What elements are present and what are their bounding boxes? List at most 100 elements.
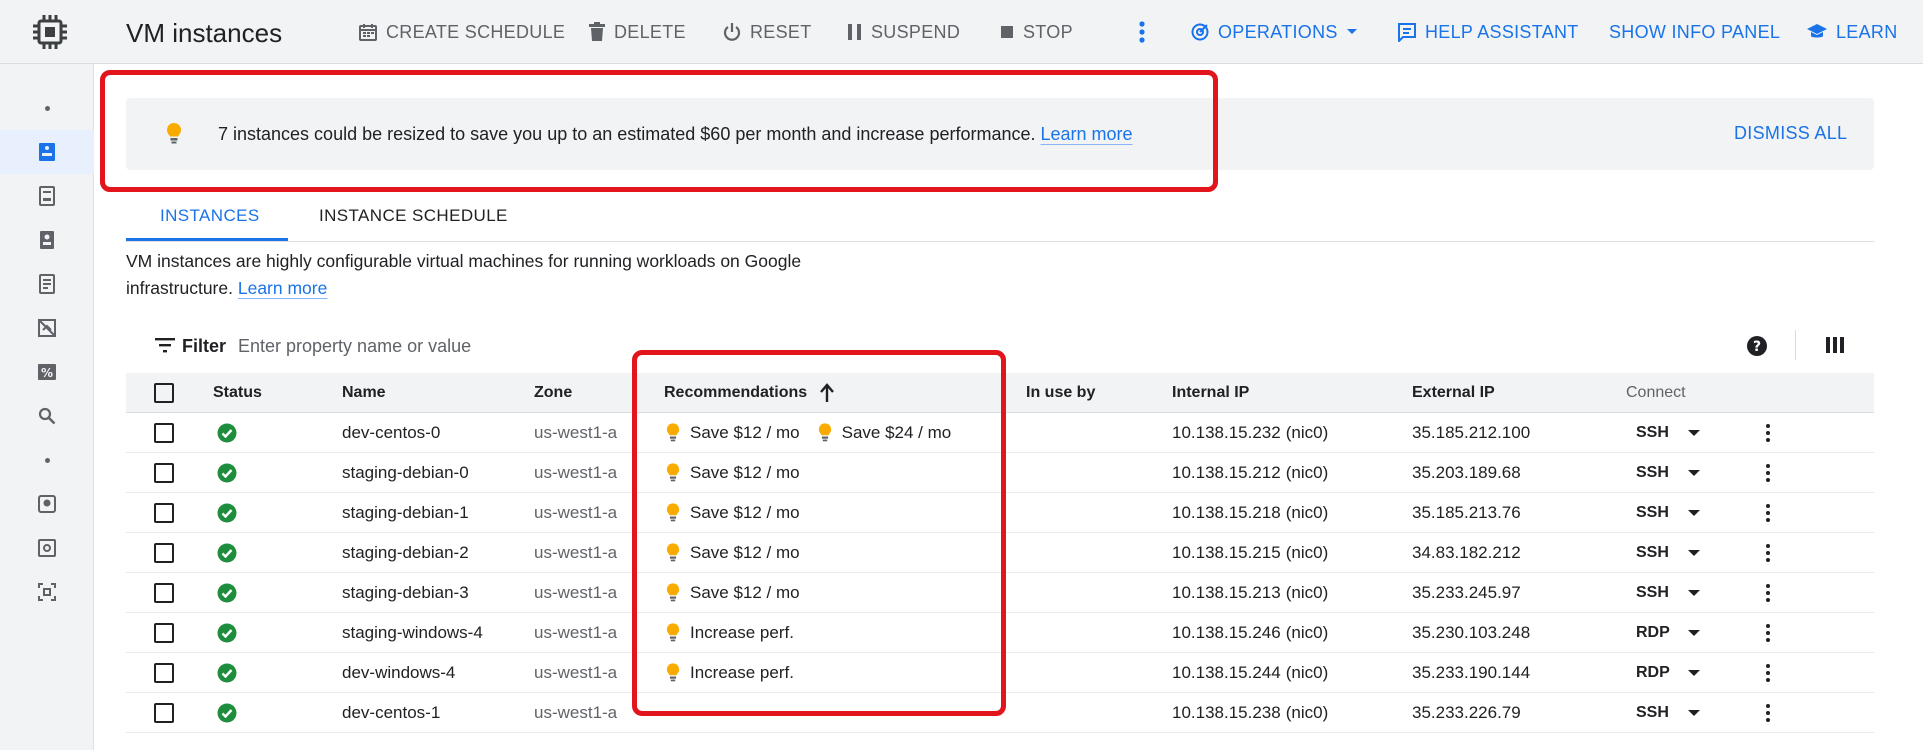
- row-checkbox[interactable]: [154, 573, 174, 613]
- connect-dropdown[interactable]: [1688, 613, 1700, 653]
- connect-dropdown[interactable]: [1688, 493, 1700, 533]
- column-external-ip[interactable]: External IP: [1412, 373, 1495, 413]
- stop-button[interactable]: STOP: [999, 20, 1073, 44]
- more-actions-button[interactable]: [1138, 20, 1146, 44]
- column-status[interactable]: Status: [213, 373, 262, 413]
- row-more-vert-icon[interactable]: [1766, 413, 1770, 453]
- connect-button[interactable]: SSH: [1636, 453, 1669, 493]
- nic-link[interactable]: (nic0): [1286, 583, 1329, 603]
- help-icon[interactable]: ?: [1745, 334, 1769, 363]
- recommendation-chip[interactable]: Save $12 / mo: [666, 462, 800, 484]
- connect-button[interactable]: RDP: [1636, 613, 1670, 653]
- instance-external-ip[interactable]: 35.233.245.97: [1412, 573, 1521, 613]
- connect-button[interactable]: RDP: [1636, 653, 1670, 693]
- connect-dropdown[interactable]: [1688, 533, 1700, 573]
- nic-link[interactable]: (nic0): [1286, 663, 1329, 683]
- reset-button[interactable]: RESET: [722, 20, 812, 44]
- nav-item-search[interactable]: [0, 394, 94, 438]
- filter-input[interactable]: [238, 334, 938, 358]
- connect-button[interactable]: SSH: [1636, 573, 1669, 613]
- operations-button[interactable]: OPERATIONS: [1190, 20, 1358, 44]
- nav-item-tpus[interactable]: [0, 306, 94, 350]
- instance-external-ip[interactable]: 35.230.103.248: [1412, 613, 1530, 653]
- nic-link[interactable]: (nic0): [1286, 623, 1329, 643]
- nav-item-snapshots[interactable]: [0, 526, 94, 570]
- dismiss-all-button[interactable]: DISMISS ALL: [1734, 123, 1847, 144]
- instance-name-link[interactable]: dev-centos-0: [342, 413, 440, 453]
- connect-button[interactable]: SSH: [1636, 533, 1669, 573]
- banner-learn-more-link[interactable]: Learn more: [1041, 124, 1133, 144]
- nav-item-sole-tenant-nodes[interactable]: [0, 218, 94, 262]
- row-more-vert-icon[interactable]: [1766, 653, 1770, 693]
- nav-item-images[interactable]: [0, 570, 94, 614]
- table-row[interactable]: staging-debian-3 us-west1-a Save $12 / mo 1…: [126, 573, 1874, 613]
- connect-dropdown[interactable]: [1688, 653, 1700, 693]
- row-checkbox[interactable]: [154, 493, 174, 533]
- show-info-panel-button[interactable]: SHOW INFO PANEL: [1609, 20, 1780, 44]
- instance-name-link[interactable]: staging-windows-4: [342, 613, 483, 653]
- table-row[interactable]: staging-debian-1 us-west1-a Save $12 / mo 1…: [126, 493, 1874, 533]
- recommendation-chip[interactable]: Save $12 / mo: [666, 422, 800, 444]
- row-checkbox[interactable]: [154, 693, 174, 733]
- row-checkbox[interactable]: [154, 533, 174, 573]
- connect-button[interactable]: SSH: [1636, 413, 1669, 453]
- instance-name-link[interactable]: staging-debian-0: [342, 453, 469, 493]
- table-row[interactable]: staging-debian-0 us-west1-a Save $12 / mo 1…: [126, 453, 1874, 493]
- instance-name-link[interactable]: dev-windows-4: [342, 653, 455, 693]
- nic-link[interactable]: (nic0): [1286, 543, 1329, 563]
- recommendation-chip[interactable]: Increase perf.: [666, 662, 794, 684]
- instance-external-ip[interactable]: 35.185.212.100: [1412, 413, 1530, 453]
- instance-name-link[interactable]: dev-centos-1: [342, 693, 440, 733]
- row-checkbox[interactable]: [154, 453, 174, 493]
- recommendation-chip[interactable]: Save $12 / mo: [666, 542, 800, 564]
- table-row[interactable]: dev-windows-4 us-west1-a Increase perf. 10.…: [126, 653, 1874, 693]
- chip-icon[interactable]: [22, 10, 78, 54]
- filter-icon[interactable]: [155, 337, 175, 358]
- connect-dropdown[interactable]: [1688, 573, 1700, 613]
- suspend-button[interactable]: SUSPEND: [847, 20, 960, 44]
- instance-name-link[interactable]: staging-debian-2: [342, 533, 469, 573]
- recommendation-chip[interactable]: Increase perf.: [666, 622, 794, 644]
- nic-link[interactable]: (nic0): [1286, 503, 1329, 523]
- select-all-checkbox[interactable]: [154, 373, 174, 413]
- instance-external-ip[interactable]: 35.233.190.144: [1412, 653, 1530, 693]
- table-row[interactable]: dev-centos-1 us-west1-a 10.138.15.238 (nic0…: [126, 693, 1874, 733]
- connect-dropdown[interactable]: [1688, 693, 1700, 733]
- row-checkbox[interactable]: [154, 413, 174, 453]
- instance-name-link[interactable]: staging-debian-1: [342, 493, 469, 533]
- instance-external-ip[interactable]: 35.203.189.68: [1412, 453, 1521, 493]
- nav-item-machine-images[interactable]: [0, 262, 94, 306]
- nav-item-disks[interactable]: [0, 482, 94, 526]
- table-row[interactable]: staging-debian-2 us-west1-a Save $12 / mo 1…: [126, 533, 1874, 573]
- row-more-vert-icon[interactable]: [1766, 613, 1770, 653]
- nic-link[interactable]: (nic0): [1286, 423, 1329, 443]
- recommendation-chip[interactable]: Save $12 / mo: [666, 502, 800, 524]
- column-recommendations[interactable]: Recommendations: [664, 373, 835, 413]
- instance-external-ip[interactable]: 35.233.226.79: [1412, 693, 1521, 733]
- columns-icon[interactable]: [1825, 335, 1845, 360]
- nav-item-instance-templates[interactable]: [0, 174, 94, 218]
- row-more-vert-icon[interactable]: [1766, 453, 1770, 493]
- instance-external-ip[interactable]: 35.185.213.76: [1412, 493, 1521, 533]
- nic-link[interactable]: (nic0): [1286, 463, 1329, 483]
- connect-button[interactable]: SSH: [1636, 693, 1669, 733]
- tab-instances[interactable]: INSTANCES: [160, 206, 260, 226]
- delete-button[interactable]: DELETE: [588, 20, 686, 44]
- tab-instance-schedule[interactable]: INSTANCE SCHEDULE: [319, 206, 508, 226]
- table-row[interactable]: staging-windows-4 us-west1-a Increase perf…: [126, 613, 1874, 653]
- create-schedule-button[interactable]: CREATE SCHEDULE: [358, 20, 565, 44]
- instance-external-ip[interactable]: 34.83.182.212: [1412, 533, 1521, 573]
- recommendation-chip[interactable]: Save $24 / mo: [818, 422, 951, 444]
- row-more-vert-icon[interactable]: [1766, 533, 1770, 573]
- instance-name-link[interactable]: staging-debian-3: [342, 573, 469, 613]
- column-in-use-by[interactable]: In use by: [1026, 373, 1095, 413]
- connect-button[interactable]: SSH: [1636, 493, 1669, 533]
- recommendation-chip[interactable]: Save $12 / mo: [666, 582, 800, 604]
- table-row[interactable]: dev-centos-0 us-west1-a Save $12 / mo Save …: [126, 413, 1874, 453]
- column-zone[interactable]: Zone: [534, 373, 572, 413]
- column-internal-ip[interactable]: Internal IP: [1172, 373, 1249, 413]
- connect-dropdown[interactable]: [1688, 453, 1700, 493]
- row-more-vert-icon[interactable]: [1766, 573, 1770, 613]
- nav-item-committed-use-discounts[interactable]: %: [0, 350, 94, 394]
- nic-link[interactable]: (nic0): [1286, 703, 1329, 723]
